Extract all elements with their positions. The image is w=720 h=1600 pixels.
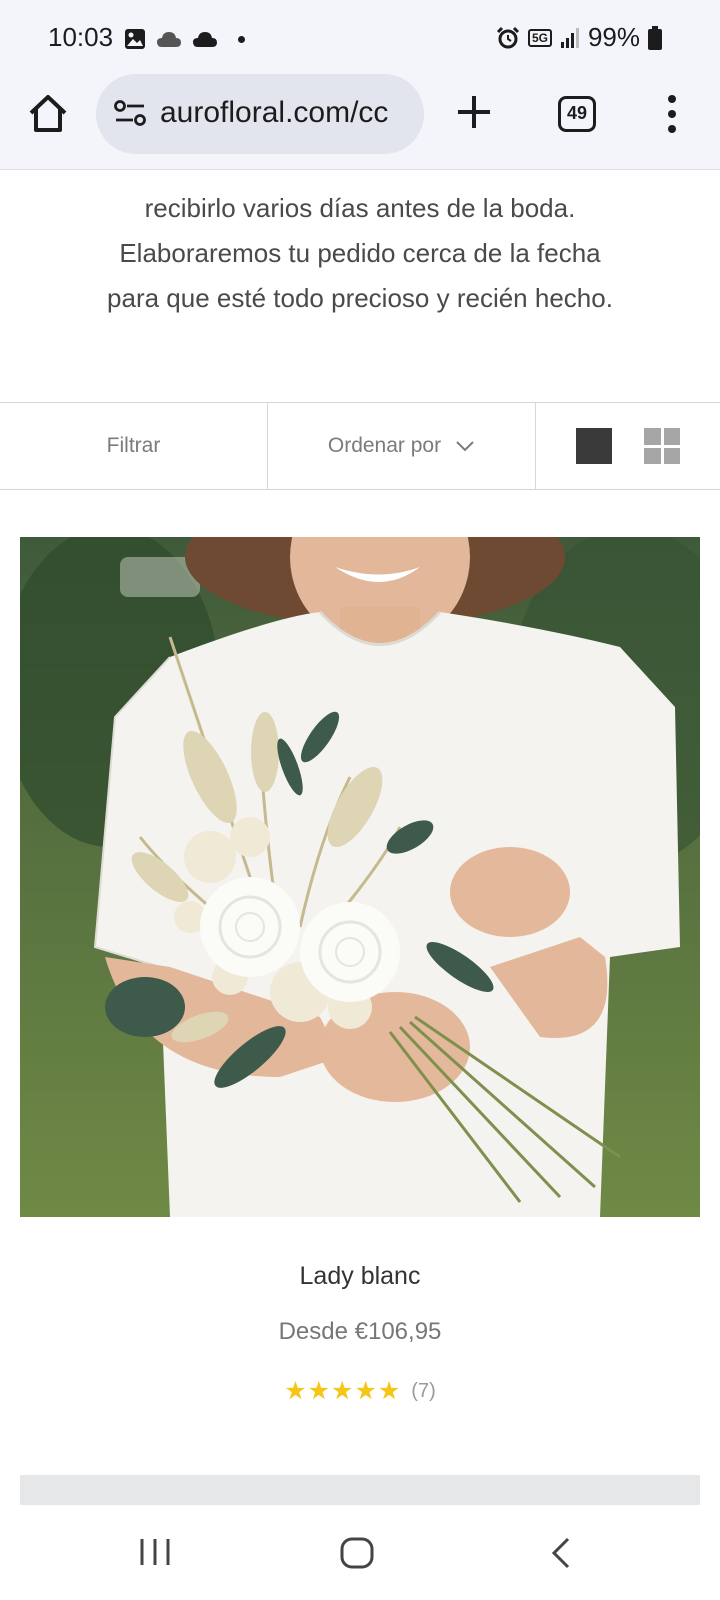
sort-label: Ordenar por — [327, 434, 442, 457]
signal-icon — [560, 27, 579, 48]
cloud-icon — [157, 32, 181, 47]
site-settings-icon[interactable] — [114, 100, 146, 126]
bouquet-photo — [20, 537, 700, 1217]
description-line-1: recibirlo varios días antes de la boda. — [144, 193, 576, 223]
5g-icon: 5G — [527, 28, 552, 47]
image-icon — [125, 29, 145, 49]
cloud-icon — [193, 32, 217, 47]
single-column-view-icon[interactable] — [576, 428, 612, 464]
status-time: 10:03 — [48, 22, 114, 52]
home-icon[interactable] — [26, 92, 70, 136]
url-text[interactable]: aurofloral.com/cc — [160, 96, 388, 130]
review-count: (7) — [411, 1379, 436, 1402]
description-line-3: para que esté todo precioso y recién hec… — [107, 283, 613, 313]
back-icon[interactable] — [550, 1537, 572, 1569]
browser-toolbar: aurofloral.com/cc 49 — [0, 70, 720, 170]
status-bar: 10:03 5G 99% — [0, 0, 720, 78]
product-rating[interactable]: ★★★★★ (7) — [0, 1376, 720, 1406]
product-price: Desde €106,95 — [278, 1318, 442, 1345]
battery-percent: 99% — [587, 22, 640, 52]
recent-apps-icon[interactable] — [138, 1537, 172, 1567]
clipped-text-line — [0, 168, 720, 182]
alarm-icon — [496, 26, 519, 48]
view-toggle — [536, 403, 720, 489]
next-product-image[interactable] — [20, 1475, 700, 1505]
battery-icon — [648, 25, 662, 50]
description-line-2: Elaboraremos tu pedido cerca de la fecha — [119, 238, 601, 268]
grid-view-icon[interactable] — [644, 428, 680, 464]
product-image[interactable] — [20, 537, 700, 1217]
system-icons: 5G 99% — [496, 22, 662, 53]
address-bar[interactable]: aurofloral.com/cc — [96, 74, 424, 154]
more-menu-icon[interactable] — [660, 92, 684, 136]
sort-dropdown[interactable]: Ordenar por — [268, 403, 536, 489]
chevron-down-icon — [456, 441, 474, 452]
collection-description: recibirlo varios días antes de la boda. … — [0, 172, 720, 321]
system-navigation-bar — [0, 1505, 720, 1600]
product-title[interactable]: Lady blanc — [0, 1262, 720, 1291]
new-tab-icon[interactable] — [452, 90, 496, 134]
tab-switcher-icon[interactable]: 49 — [558, 96, 596, 132]
notification-icons — [124, 28, 245, 50]
filter-label: Filtrar — [106, 434, 161, 457]
rating-stars-icon: ★★★★★ — [284, 1377, 402, 1405]
filter-button[interactable]: Filtrar — [0, 403, 268, 489]
collection-toolbar: Filtrar Ordenar por — [0, 402, 720, 490]
dot-icon — [238, 35, 245, 43]
home-nav-icon[interactable] — [340, 1537, 374, 1569]
